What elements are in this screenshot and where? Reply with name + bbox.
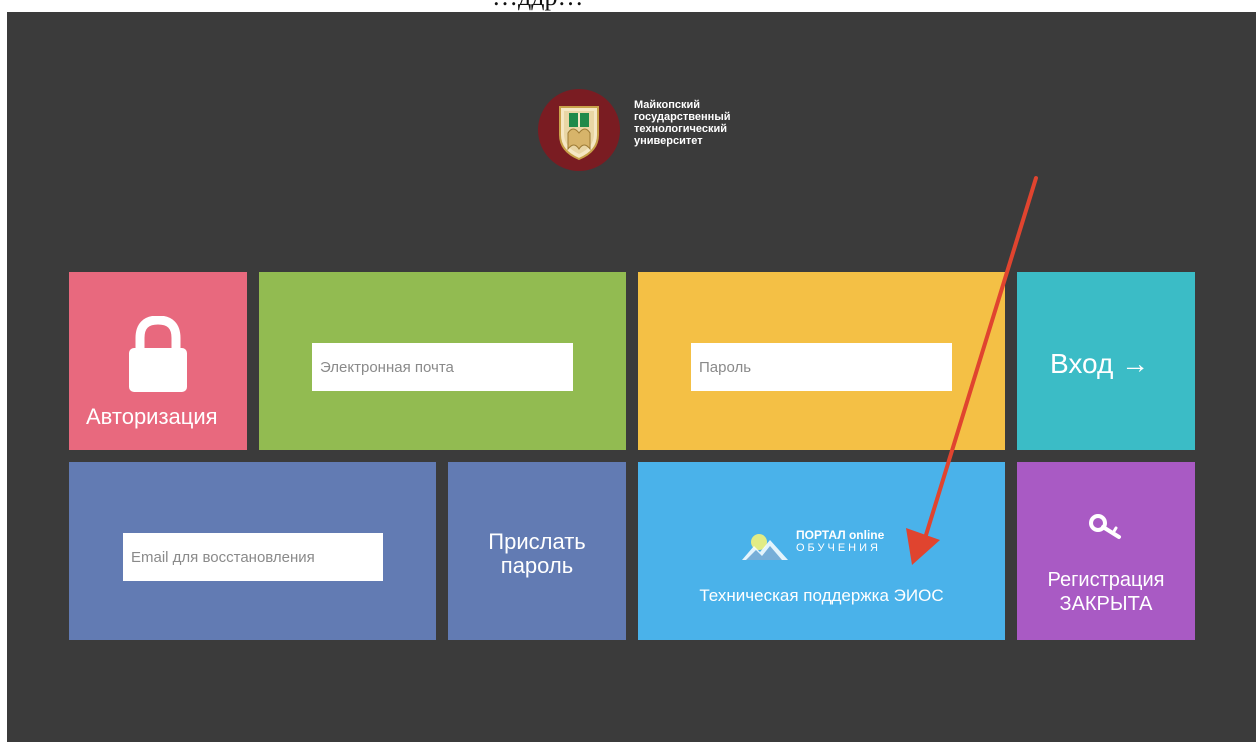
- login-button-label: Вход →: [1050, 348, 1150, 379]
- register-label-line: ЗАКРЫТА: [1059, 593, 1153, 615]
- auth-label: Авторизация: [86, 404, 218, 429]
- email-field[interactable]: [312, 343, 573, 391]
- lock-icon: [129, 316, 187, 392]
- portal-title: ПОРТАЛ online: [796, 528, 885, 542]
- login-button[interactable]: Вход →: [1017, 272, 1195, 450]
- recovery-email-field[interactable]: [123, 533, 383, 581]
- key-icon: [1089, 514, 1121, 539]
- auth-tile: Авторизация: [69, 272, 247, 450]
- university-name-line: технологический: [634, 123, 727, 135]
- email-tile: [259, 272, 626, 450]
- cropped-header: …ддр…: [0, 0, 1256, 12]
- portal-subtitle: ОБУЧЕНИЯ: [796, 542, 881, 554]
- register-label-line: Регистрация: [1047, 569, 1165, 591]
- send-password-label-line: Прислать: [488, 529, 586, 554]
- mountain-icon: [742, 534, 788, 560]
- password-tile: [638, 272, 1005, 450]
- cropped-header-text: …ддр…: [492, 0, 583, 12]
- recovery-tile: [69, 462, 436, 640]
- support-tile[interactable]: ПОРТАЛ online ОБУЧЕНИЯ Техническая подде…: [638, 462, 1005, 640]
- university-crest-icon: [538, 89, 620, 171]
- support-label: Техническая поддержка ЭИОС: [699, 586, 944, 605]
- register-label: Регистрация ЗАКРЫТА: [1017, 568, 1195, 616]
- send-password-label: Прислать пароль: [448, 530, 626, 578]
- register-tile: Регистрация ЗАКРЫТА: [1017, 462, 1195, 640]
- university-name-line: Майкопский: [634, 99, 701, 111]
- university-name: Майкопский государственный технологическ…: [634, 99, 784, 147]
- send-password-button[interactable]: Прислать пароль: [448, 462, 626, 640]
- university-brand: Майкопский государственный технологическ…: [538, 89, 778, 171]
- password-field[interactable]: [691, 343, 952, 391]
- university-name-line: университет: [634, 135, 703, 147]
- portal-logo: ПОРТАЛ online ОБУЧЕНИЯ: [742, 528, 912, 564]
- send-password-label-line: пароль: [500, 553, 574, 578]
- university-name-line: государственный: [634, 111, 731, 123]
